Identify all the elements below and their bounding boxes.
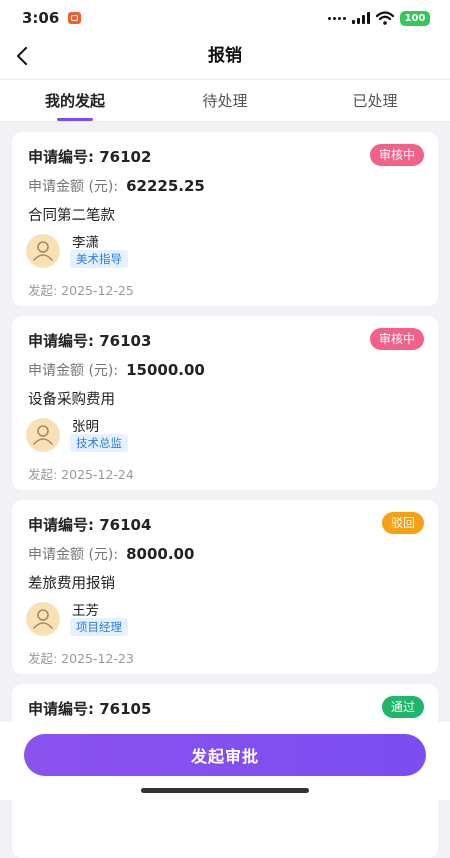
bottom-action-bar: 发起审批 bbox=[0, 722, 450, 800]
person-name: 李潇 bbox=[72, 235, 99, 251]
amount-label: 申请金额 (元): bbox=[28, 179, 119, 195]
amount-value: 8000.00 bbox=[126, 545, 195, 563]
tab-bar: 我的发起 待处理 已处理 bbox=[0, 80, 450, 122]
avatar bbox=[26, 418, 60, 452]
amount-label: 申请金额 (元): bbox=[28, 547, 119, 563]
role-tag: 美术指导 bbox=[70, 250, 128, 268]
status-time: 3:06 bbox=[22, 9, 60, 27]
start-approval-button[interactable]: 发起审批 bbox=[24, 734, 426, 776]
battery-indicator: 100 bbox=[400, 10, 430, 26]
back-button[interactable] bbox=[4, 38, 40, 74]
page-title: 报销 bbox=[208, 46, 242, 66]
tab-pending[interactable]: 待处理 bbox=[150, 80, 300, 121]
status-bar: 3:06 100 bbox=[0, 0, 450, 34]
application-card[interactable]: 申请编号: 76102 审核中 申请金额 (元): 62225.25 合同第二笔款… bbox=[12, 132, 438, 306]
person-name: 张明 bbox=[72, 419, 99, 435]
amount-row: 申请金额 (元): 62225.25 bbox=[28, 176, 205, 196]
amount-value: 62225.25 bbox=[126, 177, 205, 195]
avatar bbox=[26, 234, 60, 268]
status-badge: 审核中 bbox=[369, 328, 424, 350]
cellular-signal-icon bbox=[352, 12, 370, 24]
application-title: 差旅费用报销 bbox=[28, 576, 115, 592]
user-icon bbox=[33, 609, 53, 629]
application-id: 申请编号: 76105 bbox=[28, 700, 152, 718]
user-icon bbox=[33, 241, 53, 261]
status-badge: 审核中 bbox=[369, 144, 424, 166]
carrier-dots-icon bbox=[328, 16, 346, 20]
person-name: 王芳 bbox=[72, 603, 99, 619]
submit-date: 发起: 2025-12-25 bbox=[28, 283, 134, 298]
submit-date: 发起: 2025-12-23 bbox=[28, 651, 134, 666]
status-badge: 通过 bbox=[381, 696, 424, 718]
amount-row: 申请金额 (元): 15000.00 bbox=[28, 360, 205, 380]
role-tag: 技术总监 bbox=[70, 434, 128, 452]
amount-label: 申请金额 (元): bbox=[28, 363, 119, 379]
application-card[interactable]: 申请编号: 76104 驳回 申请金额 (元): 8000.00 差旅费用报销 王… bbox=[12, 500, 438, 674]
application-id: 申请编号: 76102 bbox=[28, 148, 152, 166]
role-tag: 项目经理 bbox=[70, 618, 128, 636]
application-title: 设备采购费用 bbox=[28, 392, 115, 408]
home-indicator bbox=[141, 788, 309, 793]
application-id: 申请编号: 76104 bbox=[28, 516, 152, 534]
amount-value: 15000.00 bbox=[126, 361, 205, 379]
avatar bbox=[26, 602, 60, 636]
tab-processed[interactable]: 已处理 bbox=[300, 80, 450, 121]
submit-date: 发起: 2025-12-24 bbox=[28, 467, 134, 482]
amount-row: 申请金额 (元): 8000.00 bbox=[28, 544, 194, 564]
tab-my-submissions[interactable]: 我的发起 bbox=[0, 80, 150, 121]
wifi-icon bbox=[376, 11, 394, 25]
user-icon bbox=[33, 425, 53, 445]
status-indicators: 100 bbox=[328, 10, 430, 26]
nav-bar: 报销 bbox=[0, 34, 450, 78]
application-id: 申请编号: 76103 bbox=[28, 332, 152, 350]
application-card[interactable]: 申请编号: 76103 审核中 申请金额 (元): 15000.00 设备采购费用… bbox=[12, 316, 438, 490]
status-badge: 驳回 bbox=[381, 512, 424, 534]
application-title: 合同第二笔款 bbox=[28, 208, 115, 224]
notification-app-icon bbox=[68, 12, 81, 24]
chevron-left-icon bbox=[17, 47, 27, 65]
